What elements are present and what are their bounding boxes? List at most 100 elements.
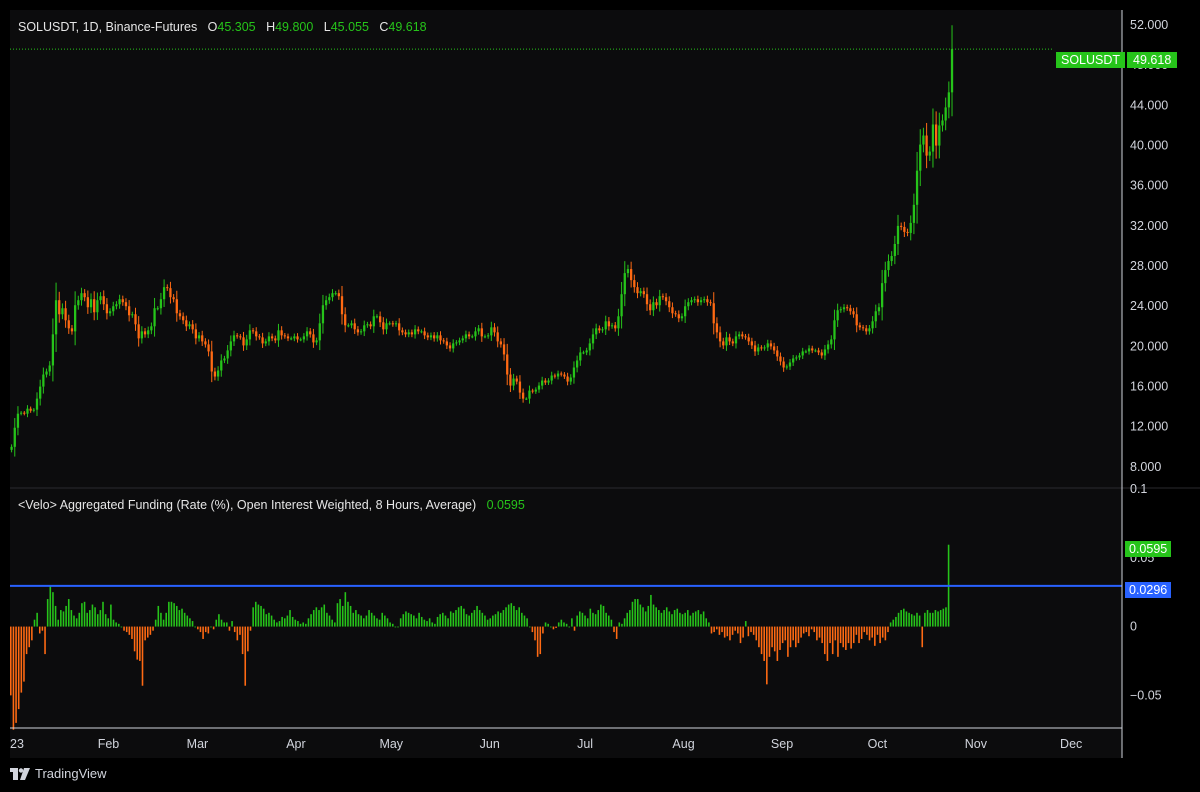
funding-bar	[842, 626, 845, 648]
candle	[826, 344, 830, 350]
candle	[712, 303, 715, 324]
funding-bar	[750, 626, 752, 633]
funding-bar	[473, 610, 476, 627]
candle	[563, 374, 566, 377]
funding-bar	[931, 612, 934, 627]
candle	[614, 325, 617, 329]
funding-bar	[526, 618, 528, 627]
funding-bar	[592, 612, 594, 627]
funding-bar	[721, 626, 723, 633]
candle	[375, 316, 379, 318]
funding-bar	[302, 622, 304, 627]
candle	[464, 334, 468, 339]
funding-bar	[226, 622, 228, 627]
funding-bar	[260, 605, 262, 627]
funding-bar	[729, 626, 731, 641]
price-tick-label: 8.000	[1130, 460, 1161, 474]
candle	[29, 408, 32, 411]
time-tick-label: Nov	[965, 737, 988, 751]
candle	[245, 339, 248, 346]
funding-bar	[816, 626, 818, 641]
brand-name[interactable]: TradingView	[35, 766, 107, 781]
funding-bar	[771, 626, 773, 648]
funding-bar	[349, 605, 352, 627]
funding-bar	[299, 623, 302, 627]
candle	[143, 331, 147, 335]
candle	[626, 269, 630, 274]
tradingview-logo-icon	[10, 767, 30, 780]
candle	[779, 356, 782, 362]
funding-bar	[23, 626, 25, 682]
funding-bar	[365, 615, 368, 627]
candle	[267, 336, 271, 342]
funding-bar	[615, 626, 618, 639]
funding-bar	[726, 626, 729, 637]
candle	[347, 325, 350, 327]
funding-bar	[787, 626, 789, 657]
price-tick-label: 52.000	[1130, 18, 1168, 32]
funding-bar	[760, 626, 763, 655]
funding-bar	[315, 607, 318, 627]
candle	[947, 92, 950, 108]
funding-bar	[694, 611, 697, 627]
funding-bar	[542, 626, 544, 634]
candle	[32, 409, 35, 411]
funding-bar	[136, 626, 139, 660]
funding-bar	[312, 610, 315, 627]
funding-bar	[552, 626, 555, 630]
candle	[223, 358, 226, 361]
funding-bar	[860, 626, 863, 639]
funding-bar	[468, 615, 470, 627]
candle	[10, 446, 13, 450]
candle	[140, 331, 143, 339]
funding-bar	[855, 626, 858, 635]
candle	[315, 340, 318, 343]
funding-bar	[723, 626, 726, 638]
candle	[169, 288, 172, 298]
funding-bar	[410, 614, 412, 627]
funding-bar	[492, 615, 494, 627]
funding-bar	[31, 626, 33, 641]
candle	[782, 361, 785, 368]
funding-bar	[918, 615, 921, 627]
funding-bar	[584, 615, 586, 627]
candle	[636, 287, 639, 294]
chart-plot[interactable]: 52.00048.00044.00040.00036.00032.00028.0…	[0, 0, 1200, 792]
candle	[86, 297, 89, 308]
price-tick-label: 36.000	[1130, 179, 1168, 193]
candle	[340, 296, 344, 315]
funding-bar	[391, 623, 394, 627]
candle	[96, 300, 99, 313]
candle	[541, 380, 544, 386]
funding-bar	[884, 626, 887, 641]
candle	[188, 324, 191, 327]
funding-bar	[378, 619, 381, 627]
funding-bar	[789, 626, 792, 648]
candle	[499, 341, 503, 345]
candle	[842, 307, 846, 310]
funding-bar	[449, 611, 452, 627]
candle	[652, 302, 655, 311]
funding-bar	[54, 605, 57, 627]
footer: TradingView	[10, 766, 107, 781]
funding-bar	[663, 610, 665, 627]
funding-bar	[139, 626, 141, 661]
funding-bar	[839, 626, 842, 644]
candle	[757, 347, 760, 352]
funding-bar	[144, 626, 146, 641]
candle	[699, 300, 703, 303]
funding-bar	[244, 626, 247, 686]
indicator-title[interactable]: <Velo> Aggregated Funding (Rate (%), Ope…	[18, 498, 476, 512]
candle	[293, 336, 296, 339]
candle	[490, 327, 493, 336]
funding-bar	[623, 618, 626, 627]
funding-bar	[444, 615, 447, 627]
candle	[433, 335, 436, 339]
funding-bar	[900, 610, 902, 627]
funding-bar	[110, 604, 112, 627]
candle	[753, 345, 757, 352]
candle	[197, 335, 201, 339]
symbol-label[interactable]: SOLUSDT, 1D, Binance-Futures	[18, 20, 197, 34]
funding-bar	[528, 626, 531, 628]
candle	[80, 293, 83, 301]
